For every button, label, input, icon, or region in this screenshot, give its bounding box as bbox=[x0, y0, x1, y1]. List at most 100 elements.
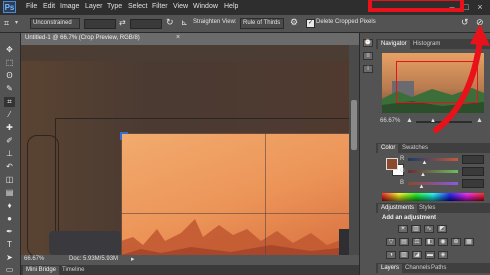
navigator-zoom[interactable]: 66.67% bbox=[380, 118, 400, 124]
menu-view[interactable]: View bbox=[173, 3, 188, 10]
history-brush-tool-icon[interactable]: ↶ bbox=[4, 162, 15, 172]
tool-preset-chevron-icon[interactable]: ▾ bbox=[15, 19, 18, 26]
path-select-tool-icon[interactable]: ➤ bbox=[4, 253, 15, 263]
healing-tool-icon[interactable]: ✚ bbox=[4, 123, 15, 133]
channel-label-b: B bbox=[400, 180, 405, 186]
annotation-arrow bbox=[433, 24, 490, 133]
stamp-tool-icon[interactable]: ⊥ bbox=[4, 149, 15, 159]
clear-icon[interactable]: ↻ bbox=[166, 17, 174, 28]
properties-panel-icon[interactable]: ≡ bbox=[363, 52, 373, 60]
delete-cropped-checkbox[interactable]: ✓ bbox=[306, 19, 315, 28]
swap-icon[interactable]: ⇄ bbox=[119, 18, 126, 27]
hue-saturation-icon[interactable]: ▤ bbox=[399, 238, 409, 246]
vibrance-icon[interactable]: ▽ bbox=[386, 238, 396, 246]
straighten-icon[interactable]: ⊾ bbox=[181, 18, 188, 27]
canvas-area[interactable] bbox=[21, 45, 349, 255]
eraser-tool-icon[interactable]: ◫ bbox=[4, 175, 15, 185]
slider-b-thumb[interactable]: ▲ bbox=[419, 184, 425, 190]
height-field[interactable] bbox=[130, 19, 162, 29]
invert-icon[interactable]: ◑ bbox=[386, 251, 396, 259]
pen-tool-icon[interactable]: ✒ bbox=[4, 227, 15, 237]
slider-r-thumb[interactable]: ▲ bbox=[422, 160, 428, 166]
value-field-r[interactable] bbox=[462, 155, 484, 164]
scrollbar-thumb[interactable] bbox=[351, 100, 357, 150]
tab-paths[interactable]: Paths bbox=[428, 264, 449, 273]
crop-border-left bbox=[121, 133, 122, 255]
black-white-icon[interactable]: ◧ bbox=[425, 238, 435, 246]
adjustments-heading: Add an adjustment bbox=[382, 215, 437, 221]
crop-tool-active-icon[interactable]: ⌗ bbox=[4, 97, 15, 107]
marquee-tool-icon[interactable]: ⬚ bbox=[4, 58, 15, 68]
foreground-color-swatch-top[interactable] bbox=[386, 158, 398, 170]
zoom-readout[interactable]: 66.67% bbox=[24, 256, 44, 262]
tab-styles[interactable]: Styles bbox=[416, 204, 438, 213]
menu-file[interactable]: File bbox=[26, 3, 37, 10]
status-menu-chevron-icon[interactable]: ▸ bbox=[131, 255, 135, 263]
slider-r[interactable] bbox=[408, 158, 458, 161]
options-bar: ⌗ ▾ Unconstrained ⇄ ↻ ⊾ Straighten View:… bbox=[0, 15, 490, 33]
eyedropper-tool-icon[interactable]: ⁄ bbox=[4, 110, 15, 120]
move-tool-icon[interactable]: ✥ bbox=[4, 45, 15, 55]
tab-navigator[interactable]: Navigator bbox=[378, 40, 410, 49]
ratio-select[interactable]: Unconstrained bbox=[30, 18, 80, 29]
menu-image[interactable]: Image bbox=[60, 3, 79, 10]
info-panel-icon[interactable]: i bbox=[363, 65, 373, 73]
width-field[interactable] bbox=[84, 19, 116, 29]
lasso-tool-icon[interactable]: ʘ bbox=[4, 71, 15, 81]
crop-tool-icon[interactable]: ⌗ bbox=[4, 18, 14, 28]
menu-filter[interactable]: Filter bbox=[152, 3, 168, 10]
view-select[interactable]: Rule of Thirds bbox=[240, 18, 284, 29]
slider-g[interactable] bbox=[408, 170, 458, 173]
type-tool-icon[interactable]: T bbox=[4, 240, 15, 250]
menu-type[interactable]: Type bbox=[107, 3, 122, 10]
vertical-scrollbar[interactable] bbox=[349, 45, 359, 255]
photo-filter-icon[interactable]: ◉ bbox=[438, 238, 448, 246]
menu-edit[interactable]: Edit bbox=[43, 3, 55, 10]
doc-size-info[interactable]: Doc: 5.93M/5.93M bbox=[69, 256, 118, 262]
color-lookup-icon[interactable]: ▦ bbox=[464, 238, 474, 246]
zoom-out-icon[interactable]: ▲ bbox=[406, 117, 413, 124]
menu-window[interactable]: Window bbox=[193, 3, 218, 10]
posterize-icon[interactable]: ▧ bbox=[399, 251, 409, 259]
tab-color[interactable]: Color bbox=[378, 144, 399, 153]
tab-mini-bridge[interactable]: Mini Bridge bbox=[23, 266, 60, 275]
gear-icon[interactable]: ⚙ bbox=[290, 17, 298, 28]
view-label: View: bbox=[222, 19, 237, 25]
crop-border-top bbox=[121, 133, 349, 134]
menu-help[interactable]: Help bbox=[224, 3, 238, 10]
menu-layer[interactable]: Layer bbox=[85, 3, 103, 10]
straighten-label[interactable]: Straighten bbox=[193, 19, 220, 25]
tab-timeline[interactable]: Timeline bbox=[59, 266, 87, 275]
slider-g-thumb[interactable]: ▲ bbox=[420, 172, 426, 178]
color-spectrum-ramp[interactable] bbox=[382, 193, 484, 201]
mountain-silhouette bbox=[121, 219, 349, 255]
brush-tool-icon[interactable]: ✐ bbox=[4, 136, 15, 146]
dodge-tool-icon[interactable]: ● bbox=[4, 214, 15, 224]
color-balance-icon[interactable]: ⚖ bbox=[412, 238, 422, 246]
quick-select-tool-icon[interactable]: ✎ bbox=[4, 84, 15, 94]
exposure-icon[interactable]: ◩ bbox=[437, 225, 447, 233]
tab-adjustments[interactable]: Adjustments bbox=[378, 204, 418, 213]
tab-layers[interactable]: Layers bbox=[378, 264, 403, 273]
tab-swatches[interactable]: Swatches bbox=[399, 144, 431, 153]
curves-icon[interactable]: ∿ bbox=[424, 225, 434, 233]
channel-mixer-icon[interactable]: ⊕ bbox=[451, 238, 461, 246]
brightness-contrast-icon[interactable]: ☀ bbox=[398, 225, 408, 233]
selective-color-icon[interactable]: ◈ bbox=[438, 251, 448, 259]
crop-preview[interactable] bbox=[121, 133, 349, 255]
gradient-map-icon[interactable]: ▬ bbox=[425, 251, 435, 259]
document-title: Untitled-1 @ 66.7% (Crop Preview, RGB/8) bbox=[25, 35, 140, 41]
crop-handle-top-left[interactable] bbox=[120, 132, 128, 140]
levels-icon[interactable]: ▥ bbox=[411, 225, 421, 233]
value-field-b[interactable] bbox=[462, 179, 484, 188]
history-panel-icon[interactable]: ⌚ bbox=[363, 39, 373, 47]
close-document-icon[interactable]: × bbox=[176, 34, 180, 41]
menu-select[interactable]: Select bbox=[128, 3, 147, 10]
gradient-tool-icon[interactable]: ▤ bbox=[4, 188, 15, 198]
blur-tool-icon[interactable]: ♦ bbox=[4, 201, 15, 211]
close-window-icon[interactable]: × bbox=[474, 2, 486, 12]
threshold-icon[interactable]: ◪ bbox=[412, 251, 422, 259]
shape-tool-icon[interactable]: ▭ bbox=[4, 265, 15, 275]
slider-b[interactable] bbox=[408, 182, 458, 185]
value-field-g[interactable] bbox=[462, 167, 484, 176]
